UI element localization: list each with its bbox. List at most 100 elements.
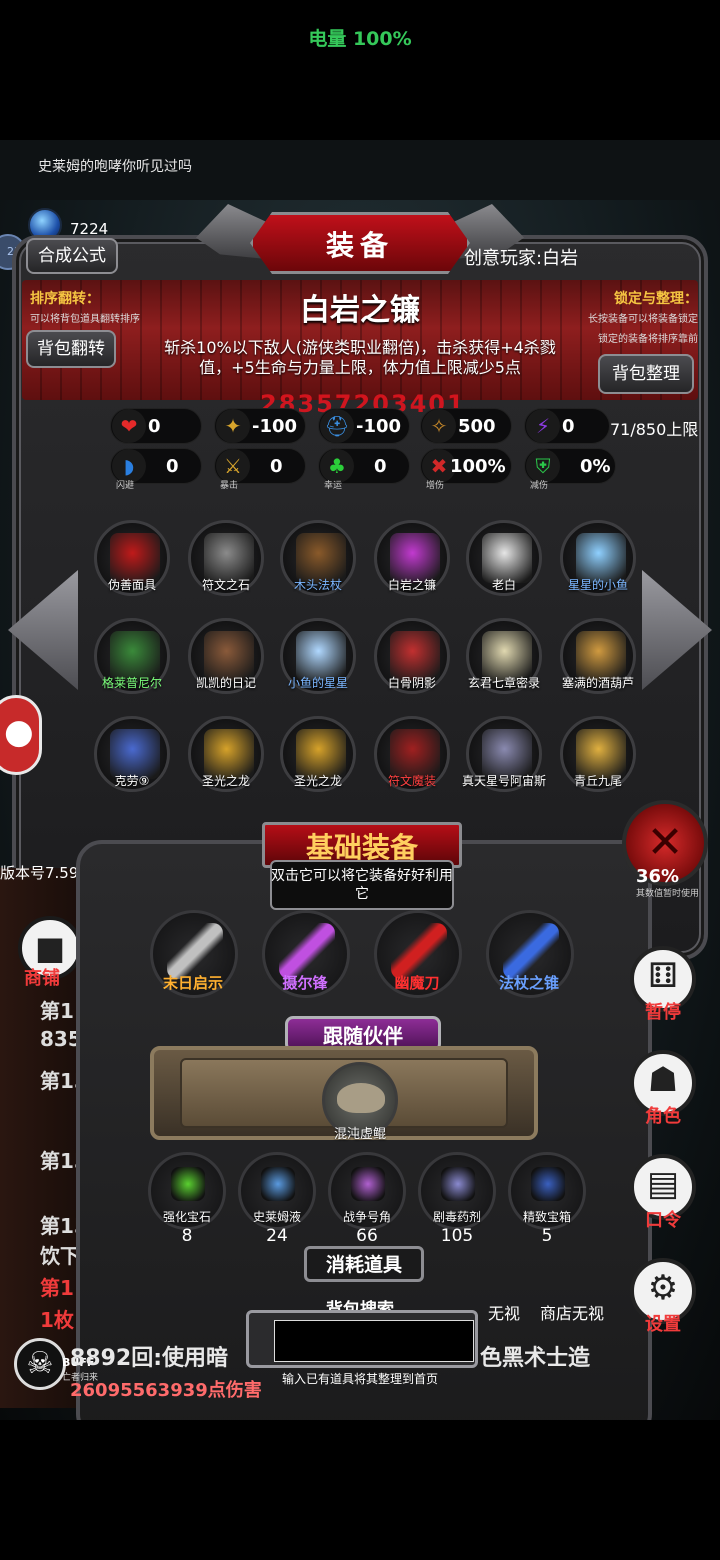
- log-extra: 36%: [636, 866, 680, 887]
- equipment-label: 小鱼的星星: [287, 676, 348, 690]
- stat-value: 0: [562, 416, 575, 437]
- crossbow-icon: [167, 923, 223, 979]
- bag-flip-button[interactable]: 背包翻转: [26, 330, 116, 368]
- equipment-label: 圣光之龙: [201, 774, 250, 788]
- status-bar: 电量 100%: [0, 0, 720, 140]
- consumable-count: 66: [356, 1226, 378, 1246]
- sort-flip-desc: 可以将背包道具翻转排序: [30, 314, 140, 325]
- consumable-label: 精致宝箱: [522, 1210, 571, 1224]
- basic-equipment-label: 摄尔锋: [282, 974, 328, 992]
- log-line: 饮下: [40, 1244, 80, 1268]
- creative-player-label: 创意玩家:白岩: [464, 248, 579, 269]
- game-screen: 史莱姆的咆哮你听见过吗 7224 23 装备 合成公式 创意玩家:白岩 排序翻转…: [0, 140, 720, 1420]
- helmet-icon: ⛑: [320, 409, 354, 443]
- stat-value: -100: [356, 416, 402, 437]
- hooded-figure-icon: ☗: [647, 1060, 679, 1100]
- search-input[interactable]: [274, 1320, 474, 1362]
- companion-title: 跟随伙伴: [323, 1024, 403, 1048]
- log-line: 第1: [40, 999, 74, 1023]
- stat-label: 减伤: [530, 481, 549, 491]
- equipment-label: 凯凯的日记: [195, 676, 256, 690]
- whale-icon: [337, 1083, 385, 1113]
- selected-item-description: 斩杀10%以下敌人(游侠类职业翻倍)，击杀获得+4杀戮值，+5生命与力量上限，体…: [164, 338, 556, 377]
- lightning-icon: ⚡: [526, 409, 560, 443]
- equipment-label: 真天星号阿宙斯: [461, 774, 546, 788]
- equipment-label: 克劳⑨: [114, 774, 150, 788]
- lock-title: 锁定与整理：: [614, 291, 698, 307]
- shop-icon: ■: [34, 929, 66, 967]
- lock-desc-1: 长按装备可以将装备锁定: [588, 314, 698, 325]
- basic-subtitle: 双击它可以将它装备好好利用它: [271, 868, 453, 902]
- log-line: 第1: [40, 1276, 74, 1300]
- equipment-label: 老白: [491, 578, 516, 592]
- bottom-nav-area: [0, 1420, 720, 1560]
- green-gem-icon: [171, 1167, 205, 1201]
- equipment-label: 玄君七章密录: [467, 676, 540, 690]
- selected-item-name: 白岩之镰: [300, 293, 420, 328]
- right-menu-label: 口令: [645, 1210, 681, 1231]
- equipment-label: 圣光之龙: [293, 774, 342, 788]
- bottom-log-line-2: 26095563939点伤害: [70, 1380, 262, 1401]
- heart-icon: ❤: [112, 409, 146, 443]
- consumable-label: 剧毒药剂: [432, 1210, 481, 1224]
- purple-sword-icon: [279, 923, 335, 979]
- consumable-label: 强化宝石: [162, 1210, 211, 1224]
- book-icon: ▤: [646, 1164, 680, 1204]
- stat-label: 增伤: [426, 481, 445, 491]
- lock-desc-2: 锁定的装备将排序靠前: [598, 334, 698, 345]
- bottom-log-line: 8892回:使用暗: [70, 1346, 229, 1371]
- basic-equipment-label: 法杖之锥: [498, 974, 559, 992]
- consumables-title: 消耗道具: [325, 1254, 402, 1276]
- consumable-count: 105: [440, 1226, 474, 1246]
- stat-label: 幸运: [324, 481, 343, 491]
- stat-label: 闪避: [116, 481, 135, 491]
- panel-title: 装备: [325, 229, 394, 262]
- consumable-count: 8: [181, 1226, 193, 1246]
- equipment-label: 符文之石: [201, 578, 250, 592]
- equipment-label: 白岩之镰: [387, 578, 436, 592]
- horn-icon: [351, 1167, 385, 1201]
- strength-icon: ✦: [216, 409, 250, 443]
- equipment-label: 木头法杖: [293, 578, 342, 592]
- stat-value: 0: [148, 416, 161, 437]
- equipment-label: 格莱普尼尔: [101, 676, 162, 690]
- ignore-link[interactable]: 无视: [488, 1300, 520, 1324]
- companion-name: 混沌虚鲲: [333, 1127, 386, 1142]
- shop-ignore-link[interactable]: 商店无视: [540, 1300, 604, 1324]
- stat-value: 0%: [580, 456, 611, 477]
- equipment-label: 伪善面具: [107, 578, 156, 592]
- stat-value: 0: [374, 456, 387, 477]
- gold-icon: ✧: [422, 409, 456, 443]
- potion-icon: [261, 1167, 295, 1201]
- skull-icon[interactable]: ☠: [14, 1338, 66, 1390]
- blue-staff-icon: [503, 923, 559, 979]
- gear-icon: ⚙: [647, 1268, 679, 1308]
- dark-blade-icon: [391, 923, 447, 979]
- stat-value: 0: [270, 456, 283, 477]
- consumable-count: 5: [541, 1226, 553, 1246]
- poison-icon: [441, 1167, 475, 1201]
- consumable-label: 史莱姆液: [252, 1210, 301, 1224]
- equipment-label: 塞满的酒葫芦: [561, 676, 634, 690]
- limit-text: 71/850上限: [610, 420, 699, 439]
- right-menu-label: 角色: [645, 1106, 681, 1127]
- log-line: 1枚: [40, 1308, 74, 1332]
- shop-label: 商铺: [24, 968, 60, 989]
- stat-value: 100%: [450, 456, 506, 477]
- dice-icon: ⚅: [648, 956, 678, 996]
- stat-value: 500: [458, 416, 496, 437]
- right-menu-label: 设置: [645, 1314, 681, 1335]
- formula-button[interactable]: 合成公式: [26, 238, 118, 274]
- consumable-label: 战争号角: [342, 1210, 391, 1224]
- bag-sort-button[interactable]: 背包整理: [598, 354, 694, 394]
- basic-equipment-label: 幽魔刀: [394, 974, 440, 992]
- stat-label: 暴击: [220, 481, 239, 491]
- close-icon: ✕: [646, 817, 684, 868]
- top-message: 史莱姆的咆哮你听见过吗: [38, 159, 192, 175]
- bottom-log-line-right: 色黑术士造: [480, 1346, 591, 1371]
- equipment-label: 符文魔装: [387, 774, 436, 788]
- equipment-label: 白骨阴影: [387, 676, 436, 690]
- consumable-count: 24: [266, 1226, 288, 1246]
- battery-indicator: 电量 100%: [308, 28, 412, 50]
- person-icon: ●: [4, 712, 34, 752]
